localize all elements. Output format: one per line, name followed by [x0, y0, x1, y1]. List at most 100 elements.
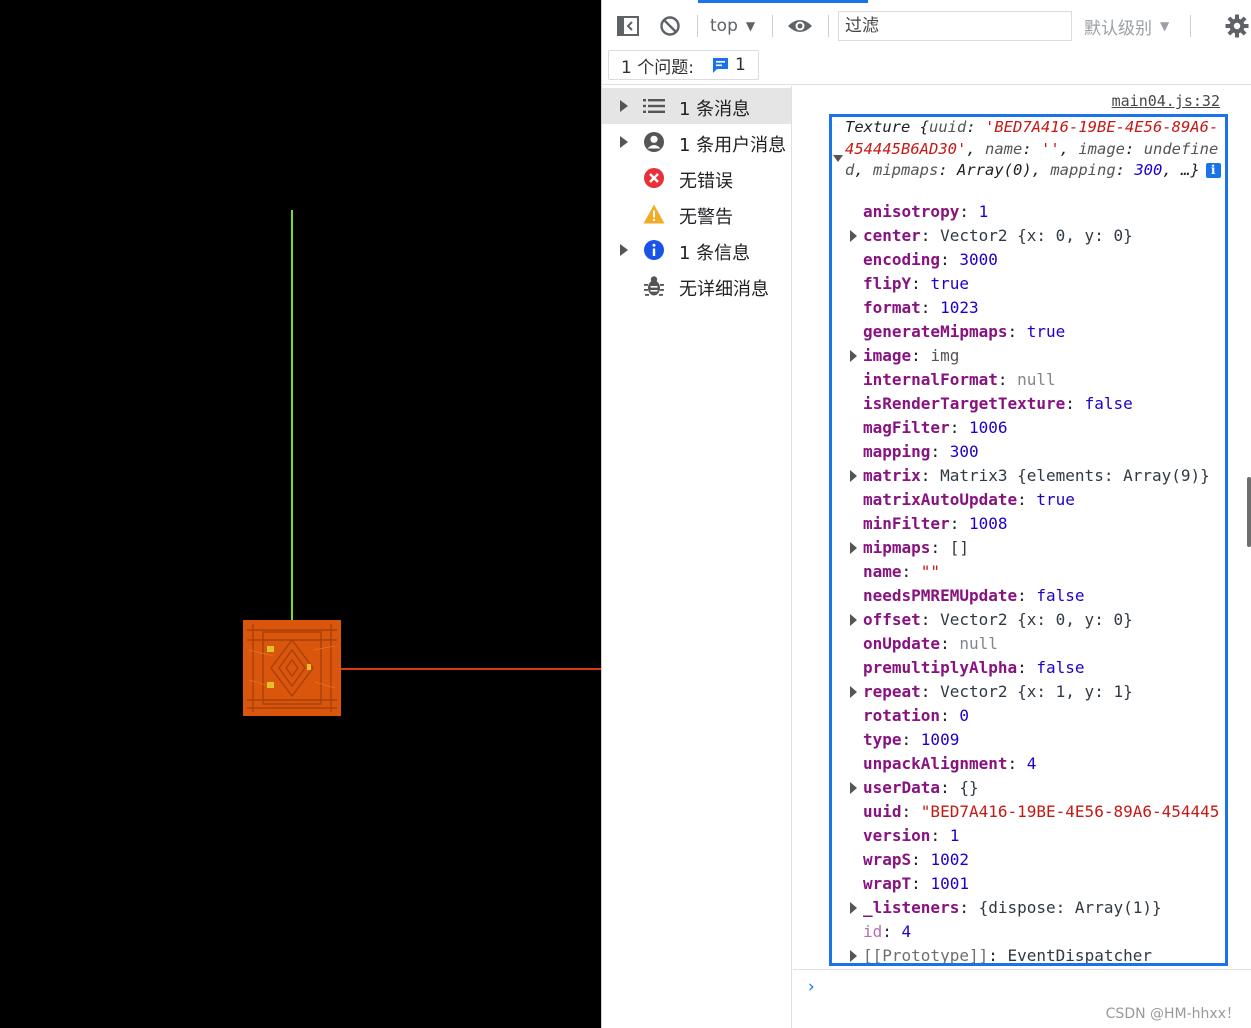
- property-value: Vector2 {x: 1, y: 1}: [940, 682, 1133, 701]
- property-value: 1008: [968, 514, 1008, 533]
- source-link[interactable]: main04.js:32: [1112, 92, 1220, 110]
- property-entry: mapping: 300: [863, 442, 979, 461]
- y-axis-line: [291, 210, 293, 625]
- property-value: {}: [959, 778, 979, 797]
- log-levels-dropdown[interactable]: 默认级别 ▼: [1084, 13, 1169, 39]
- property-row: mapping: 300: [832, 440, 1225, 464]
- property-row[interactable]: _listeners: {dispose: Array(1)}: [832, 896, 1225, 920]
- issues-button[interactable]: 1 个问题: 1: [608, 50, 759, 80]
- property-entry: flipY: true: [863, 274, 969, 293]
- expand-arrow-icon[interactable]: [850, 230, 857, 242]
- log-levels-label: 默认级别: [1084, 18, 1152, 39]
- property-row: generateMipmaps: true: [832, 320, 1225, 344]
- property-key: version: [863, 826, 931, 845]
- property-value: 1006: [968, 418, 1008, 437]
- expand-arrow-icon[interactable]: [850, 950, 857, 962]
- expand-arrow-icon[interactable]: [850, 686, 857, 698]
- property-row: premultiplyAlpha: false: [832, 656, 1225, 680]
- context-selector[interactable]: top ▼: [710, 13, 755, 39]
- property-row: internalFormat: null: [832, 368, 1225, 392]
- scrollbar-thumb[interactable]: [1247, 477, 1251, 547]
- property-row[interactable]: userData: {}: [832, 776, 1225, 800]
- property-value: 0: [959, 706, 969, 725]
- property-row[interactable]: center: Vector2 {x: 0, y: 0}: [832, 224, 1225, 248]
- property-key: onUpdate: [863, 634, 941, 653]
- log-entry-texture[interactable]: Texture {uuid: 'BED7A416-19BE-4E56-89A6-…: [829, 114, 1228, 966]
- property-row: encoding: 3000: [832, 248, 1225, 272]
- threejs-canvas[interactable]: [0, 0, 601, 1028]
- property-value: true: [930, 274, 969, 293]
- sidebar-item-errors[interactable]: 无错误: [602, 160, 791, 196]
- collapse-arrow-icon[interactable]: [833, 155, 843, 162]
- sidebar-item-warnings[interactable]: 无警告: [602, 196, 791, 232]
- property-value: 1023: [940, 298, 979, 317]
- property-key: anisotropy: [863, 202, 960, 221]
- summary-mapping: 300: [1134, 161, 1163, 179]
- sidebar-item-messages[interactable]: 1 条消息: [602, 88, 791, 124]
- summary-mipmaps: Array(0): [957, 161, 1032, 179]
- active-tab-indicator: [698, 0, 868, 3]
- property-value: 3000: [959, 250, 998, 269]
- property-row[interactable]: repeat: Vector2 {x: 1, y: 1}: [832, 680, 1225, 704]
- property-value: Vector2 {x: 0, y: 0}: [940, 610, 1133, 629]
- sidebar-item-user-messages[interactable]: 1 条用户消息: [602, 124, 791, 160]
- property-value: 1009: [920, 730, 960, 749]
- property-entry: magFilter: 1006: [863, 418, 1008, 437]
- sidebar-item-verbose[interactable]: 无详细消息: [602, 268, 791, 304]
- toolbar-separator: [772, 15, 773, 37]
- expand-arrow-icon[interactable]: [850, 350, 857, 362]
- filter-input[interactable]: [838, 11, 1072, 41]
- property-row[interactable]: image: img: [832, 344, 1225, 368]
- property-row: matrixAutoUpdate: true: [832, 488, 1225, 512]
- eye-icon[interactable]: [786, 13, 814, 39]
- property-row[interactable]: mipmaps: []: [832, 536, 1225, 560]
- sidebar-item-info[interactable]: 1 条信息: [602, 232, 791, 268]
- property-key: uuid: [863, 802, 902, 821]
- property-entry: image: img: [863, 346, 960, 365]
- property-value: {dispose: Array(1)}: [978, 898, 1162, 917]
- object-summary[interactable]: Texture {uuid: 'BED7A416-19BE-4E56-89A6-…: [845, 117, 1225, 182]
- expand-arrow-icon[interactable]: [620, 100, 628, 112]
- property-key: premultiplyAlpha: [863, 658, 1018, 677]
- property-value: 1001: [930, 874, 969, 893]
- sidebar-item-label: 1 条信息: [679, 243, 751, 264]
- expand-arrow-icon[interactable]: [850, 782, 857, 794]
- info-icon[interactable]: i: [1205, 163, 1221, 178]
- property-value: 1002: [930, 850, 969, 869]
- expand-arrow-icon[interactable]: [620, 244, 628, 256]
- expand-arrow-icon[interactable]: [620, 136, 628, 148]
- property-row: wrapS: 1002: [832, 848, 1225, 872]
- property-entry: [[Prototype]]: EventDispatcher: [863, 946, 1152, 965]
- property-key: wrapT: [863, 874, 912, 893]
- info-icon: [643, 239, 665, 261]
- property-key: [[Prototype]]: [863, 946, 989, 965]
- property-row: uuid: "BED7A416-19BE-4E56-89A6-454445: [832, 800, 1225, 824]
- sidebar-toggle-icon[interactable]: [616, 13, 640, 39]
- property-key: isRenderTargetTexture: [863, 394, 1066, 413]
- property-row[interactable]: [[Prototype]]: EventDispatcher: [832, 944, 1225, 965]
- property-value: true: [1036, 490, 1075, 509]
- expand-arrow-icon[interactable]: [850, 542, 857, 554]
- error-icon: [643, 167, 665, 189]
- property-entry: uuid: "BED7A416-19BE-4E56-89A6-454445: [863, 802, 1220, 821]
- issues-count: 1: [734, 55, 746, 75]
- property-value: Matrix3 {elements: Array(9)}: [940, 466, 1210, 485]
- clear-console-icon[interactable]: [658, 13, 682, 39]
- console-prompt[interactable]: ›: [793, 969, 1251, 999]
- property-key: magFilter: [863, 418, 950, 437]
- expand-arrow-icon[interactable]: [850, 614, 857, 626]
- property-row: flipY: true: [832, 272, 1225, 296]
- property-key: flipY: [863, 274, 912, 293]
- property-row[interactable]: matrix: Matrix3 {elements: Array(9)}: [832, 464, 1225, 488]
- property-value: null: [959, 634, 998, 653]
- gear-icon[interactable]: [1224, 13, 1250, 39]
- property-row: id: 4: [832, 920, 1225, 944]
- issues-bar: 1 个问题: 1: [602, 47, 1251, 85]
- property-row: minFilter: 1008: [832, 512, 1225, 536]
- prompt-chevron-icon: ›: [806, 977, 817, 997]
- expand-arrow-icon[interactable]: [850, 470, 857, 482]
- property-row[interactable]: offset: Vector2 {x: 0, y: 0}: [832, 608, 1225, 632]
- expand-arrow-icon[interactable]: [850, 902, 857, 914]
- property-row: onUpdate: null: [832, 632, 1225, 656]
- property-row: version: 1: [832, 824, 1225, 848]
